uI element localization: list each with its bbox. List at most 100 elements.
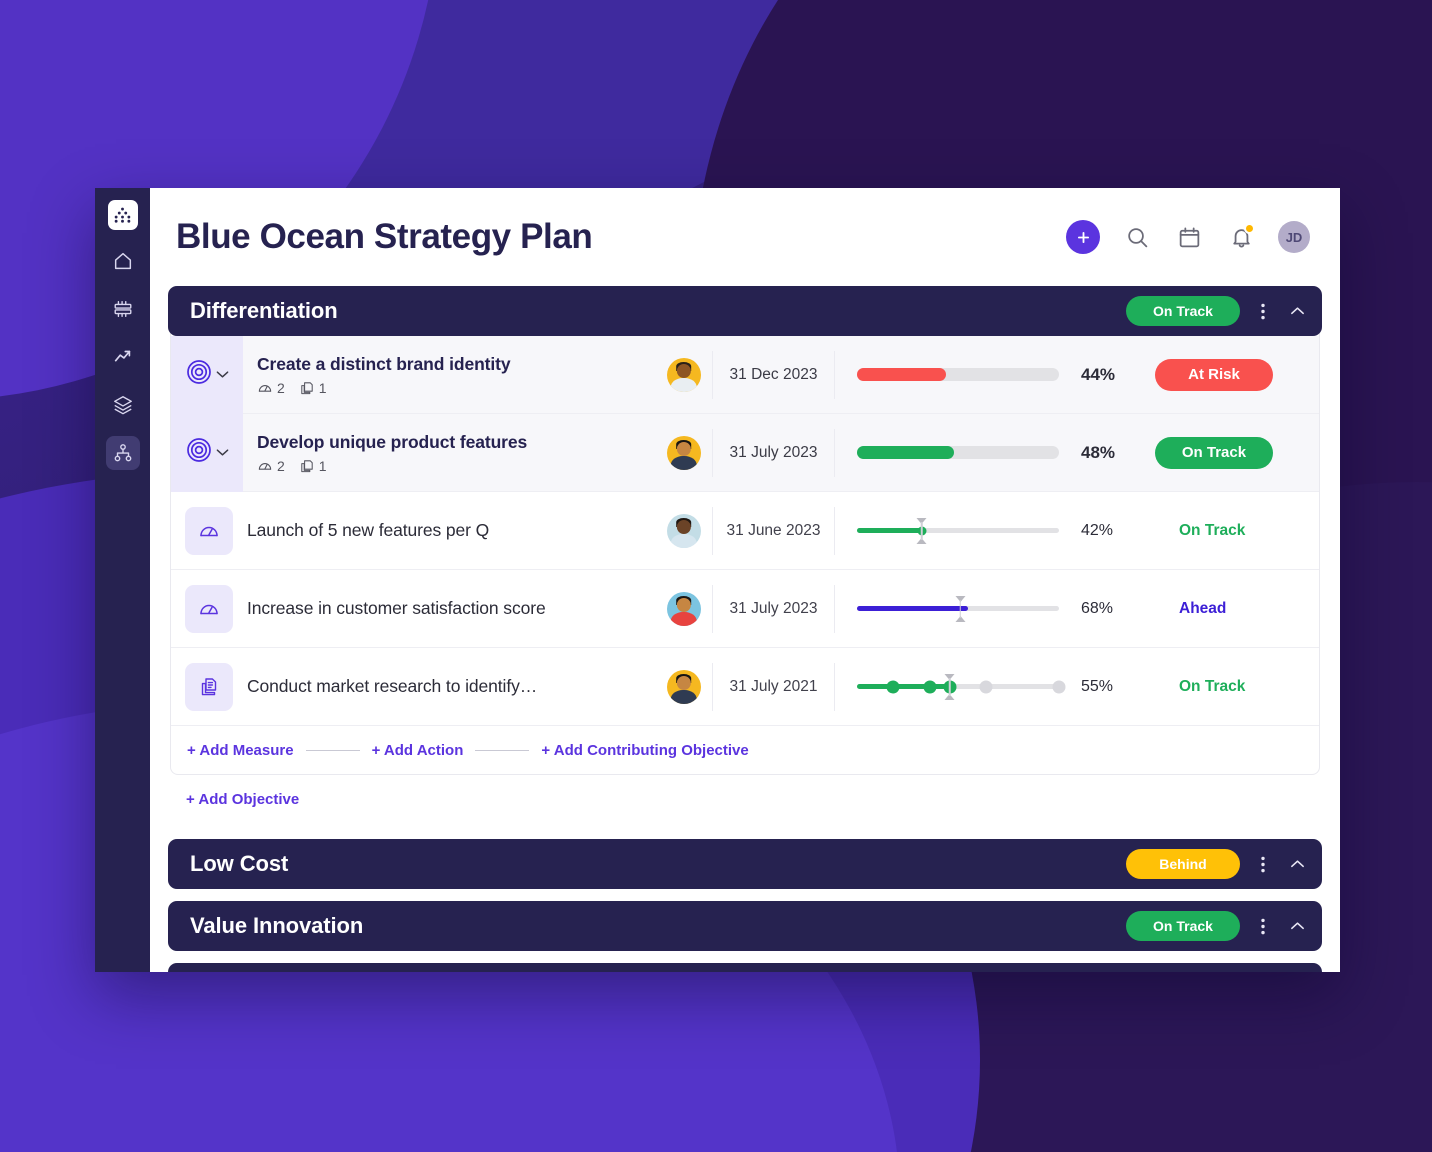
target-marker (944, 673, 955, 700)
status-label: On Track (1179, 521, 1246, 539)
row-due-date: 31 July 2021 (713, 662, 835, 711)
row-main: Increase in customer satisfaction score (233, 598, 655, 619)
avatar-image (666, 669, 701, 704)
main-panel: Blue Ocean Strategy Plan JD Differentiat… (150, 188, 1340, 972)
sidebar-item-strategy-map[interactable] (105, 436, 140, 470)
status-badge: On Track (1155, 436, 1273, 469)
table-row[interactable]: Create a distinct brand identity 2 1 31 … (171, 335, 1319, 414)
app-window: Blue Ocean Strategy Plan JD Differentiat… (95, 188, 1340, 972)
row-progress-value: 44% (1081, 364, 1116, 384)
sidebar-item-plans[interactable] (106, 292, 140, 326)
table-row[interactable]: Launch of 5 new features per Q 31 June 2… (171, 492, 1319, 570)
collapse-chevron-up-icon[interactable] (1286, 850, 1308, 878)
row-progress-value: 42% (1081, 521, 1114, 539)
section-header[interactable]: At Risk (168, 963, 1322, 972)
row-status: At Risk (1155, 358, 1319, 391)
gauge-icon (185, 506, 233, 555)
row-progress-value: 68% (1081, 599, 1114, 617)
row-due-date: 31 June 2023 (713, 506, 835, 555)
section-low-cost: Low Cost Behind (168, 839, 1322, 889)
calendar-icon[interactable] (1174, 222, 1204, 252)
row-owner-avatar[interactable] (655, 662, 713, 711)
grid-dots-logo-icon[interactable] (107, 200, 138, 230)
add-action-link[interactable]: + Add Action (372, 742, 464, 759)
section-menu-icon[interactable] (1252, 850, 1274, 878)
target-icon (185, 436, 213, 469)
avatar-image (666, 357, 701, 392)
table-row[interactable]: Increase in customer satisfaction score … (171, 570, 1319, 648)
row-title: Develop unique product features (257, 431, 528, 452)
section-header[interactable]: Low Cost Behind (168, 839, 1322, 889)
collapse-chevron-up-icon[interactable] (1286, 297, 1308, 325)
row-title: Launch of 5 new features per Q (247, 520, 490, 540)
sidebar-item-reports[interactable] (106, 340, 140, 374)
section-header[interactable]: Differentiation On Track (168, 286, 1322, 336)
status-label: On Track (1179, 677, 1246, 695)
sidebar (95, 188, 150, 972)
row-owner-avatar[interactable] (655, 350, 713, 399)
row-status: On Track (1155, 522, 1319, 540)
row-owner-avatar[interactable] (655, 428, 713, 477)
row-owner-avatar[interactable] (655, 506, 713, 555)
row-status: On Track (1155, 436, 1319, 469)
actions-count: 1 (299, 380, 327, 396)
add-contributing-objective-link[interactable]: + Add Contributing Objective (541, 742, 748, 759)
section-header-actions: On Track (1126, 296, 1308, 326)
row-status: On Track (1155, 678, 1319, 696)
target-marker (916, 517, 927, 544)
add-measure-link[interactable]: + Add Measure (187, 742, 294, 759)
row-progress-value: 48% (1081, 442, 1116, 462)
row-title: Conduct market research to identify… (247, 676, 538, 696)
row-main: Develop unique product features 2 1 (243, 432, 655, 474)
status-badge: Behind (1126, 849, 1240, 879)
status-label: Ahead (1179, 599, 1227, 617)
section-header-actions: Behind (1126, 849, 1308, 879)
avatar-image (666, 591, 701, 626)
action-doc-icon (185, 662, 233, 711)
actions-count-value: 1 (318, 457, 327, 474)
section-differentiation: Differentiation On Track Create a distin… (168, 286, 1322, 827)
row-owner-avatar[interactable] (655, 584, 713, 633)
link-divider (475, 749, 530, 751)
row-progress-bar (835, 517, 1081, 544)
row-main: Create a distinct brand identity 2 1 (243, 354, 655, 396)
content-area: Differentiation On Track Create a distin… (150, 286, 1340, 972)
section-title: Low Cost (190, 851, 289, 876)
search-icon[interactable] (1122, 222, 1152, 252)
table-row[interactable]: Develop unique product features 2 1 31 J… (171, 413, 1319, 492)
expand-chevron-down-icon[interactable] (216, 448, 229, 457)
section-header-actions: On Track (1126, 911, 1308, 941)
section-menu-icon[interactable] (1252, 912, 1274, 940)
add-links-row: + Add Measure + Add Action + Add Contrib… (171, 726, 1319, 774)
app-header: Blue Ocean Strategy Plan JD (150, 188, 1340, 286)
target-marker (955, 595, 966, 622)
actions-count: 1 (299, 458, 327, 474)
sidebar-item-home[interactable] (106, 244, 140, 278)
avatar[interactable]: JD (1278, 221, 1310, 253)
measures-count-value: 2 (277, 379, 285, 396)
row-status: Ahead (1155, 600, 1319, 618)
row-due-date: 31 Dec 2023 (713, 350, 835, 399)
objective-icon-tile (171, 413, 243, 492)
collapse-chevron-up-icon[interactable] (1286, 912, 1308, 940)
sidebar-item-layers[interactable] (106, 388, 140, 422)
actions-count-value: 1 (318, 379, 327, 396)
avatar-image (666, 513, 701, 548)
gauge-icon (185, 584, 233, 633)
bell-icon[interactable] (1226, 222, 1256, 252)
row-title: Increase in customer satisfaction score (247, 598, 546, 618)
section-header[interactable]: Value Innovation On Track (168, 901, 1322, 951)
measures-count: 2 (257, 380, 285, 396)
table-row[interactable]: Conduct market research to identify… 31 … (171, 648, 1319, 726)
section-value-innovation: Value Innovation On Track (168, 901, 1322, 951)
status-badge: On Track (1126, 911, 1240, 941)
add-objective-row: + Add Objective (168, 775, 1322, 827)
row-due-date: 31 July 2023 (713, 584, 835, 633)
expand-chevron-down-icon[interactable] (216, 370, 229, 379)
row-progress-bar (835, 595, 1081, 622)
add-button[interactable] (1066, 220, 1100, 254)
section-menu-icon[interactable] (1252, 297, 1274, 325)
add-objective-link[interactable]: + Add Objective (186, 791, 299, 808)
link-divider (305, 749, 360, 751)
row-meta: 2 1 (257, 458, 655, 474)
